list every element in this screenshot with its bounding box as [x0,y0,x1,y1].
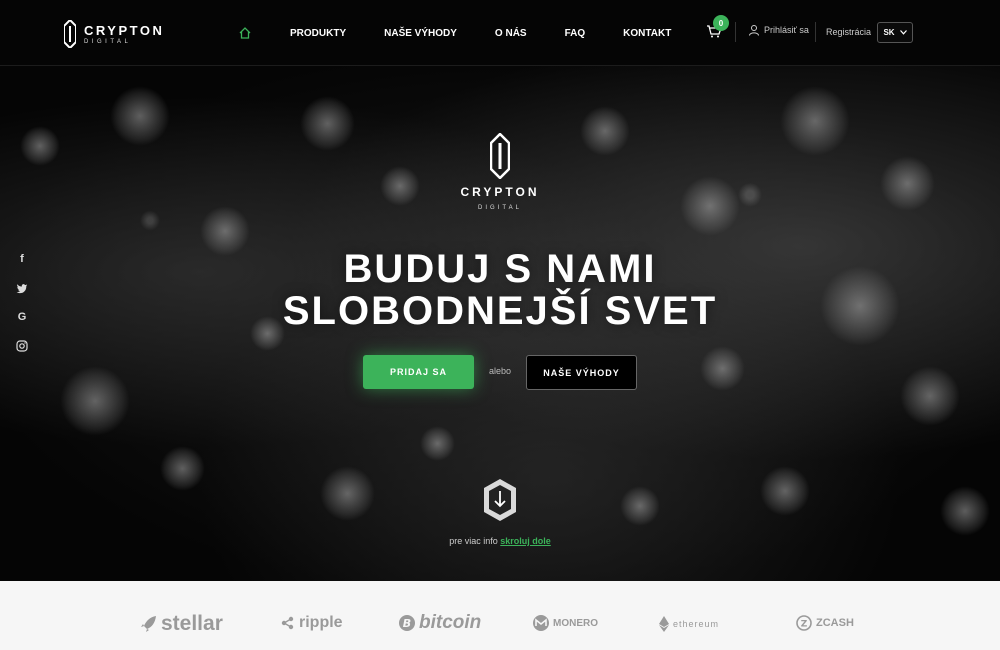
brand-logo[interactable]: CRYPTON DIGITAL [64,20,164,48]
nav-item-nase-vyhody[interactable]: NAŠE VÝHODY [384,28,457,39]
user-icon [749,25,759,36]
divider [735,22,736,42]
ethereum-icon [659,616,669,632]
monero-icon [533,615,549,631]
scroll-down-icon[interactable] [483,478,517,522]
advantages-button[interactable]: NAŠE VÝHODY [526,355,637,390]
join-button[interactable]: PRIDAJ SA [363,355,474,389]
hero-logo: CRYPTON DIGITAL [460,133,540,211]
partner-ripple-name: ripple [299,614,343,631]
divider [815,22,816,42]
scroll-hint-text: pre viac info [449,536,498,546]
bitcoin-icon: B [399,615,415,631]
nav-item-produkty[interactable]: PRODUKTY [290,28,346,39]
hero-brand-name: CRYPTON [460,185,540,199]
chevron-down-icon [899,30,907,35]
rocket-icon [141,616,156,632]
site-header: CRYPTON DIGITAL PRODUKTY NAŠE VÝHODY O N… [0,0,1000,66]
login-link[interactable]: Prihlásiť sa [748,24,809,36]
instagram-icon[interactable] [16,340,28,352]
hero-headline: BUDUJ S NAMI SLOBODNEJŠÍ SVET [0,248,1000,332]
partner-monero-name: MONERO [553,617,598,629]
main-nav: PRODUKTY NAŠE VÝHODY O NÁS FAQ KONTAKT [230,0,709,66]
svg-text:Z: Z [801,620,808,630]
partner-zcash: Z ZCASH [796,615,854,631]
partner-stellar: stellar [141,612,223,636]
headline-line-2: SLOBODNEJŠÍ SVET [282,289,718,333]
scroll-down-link[interactable]: skroluj dole [500,536,551,546]
partner-zcash-name: ZCASH [816,617,854,629]
ripple-icon [281,616,294,630]
language-value: SK [883,28,895,37]
crypton-logo-icon [64,20,76,48]
register-link[interactable]: Registrácia [826,27,871,37]
partner-monero: MONERO [533,615,598,631]
hero-brand-sub: DIGITAL [478,205,522,211]
scroll-hint: pre viac info skroluj dole [0,536,1000,546]
nav-item-faq[interactable]: FAQ [565,28,586,39]
nav-item-o-nas[interactable]: O NÁS [495,28,527,39]
partner-ripple: ripple [281,614,343,632]
login-label: Prihlásiť sa [764,25,809,35]
cart-count-badge: 0 [713,15,729,31]
partner-bitcoin: B bitcoin [399,612,481,634]
crypton-logo-icon [490,133,510,179]
or-label: alebo [489,366,512,376]
svg-text:B: B [403,617,411,630]
nav-item-kontakt[interactable]: KONTAKT [623,28,671,39]
partner-bitcoin-name: bitcoin [419,612,482,633]
partner-ethereum: ethereum [659,616,719,632]
brand-name: CRYPTON [84,22,165,38]
partner-ethereum-name: ethereum [673,619,720,629]
brand-sub: DIGITAL [84,38,132,45]
zcash-icon: Z [796,615,812,631]
partner-stellar-name: stellar [161,612,223,635]
language-select[interactable]: SK [877,22,913,43]
headline-line-1: BUDUJ S NAMI [343,247,657,291]
home-icon[interactable] [238,26,252,40]
